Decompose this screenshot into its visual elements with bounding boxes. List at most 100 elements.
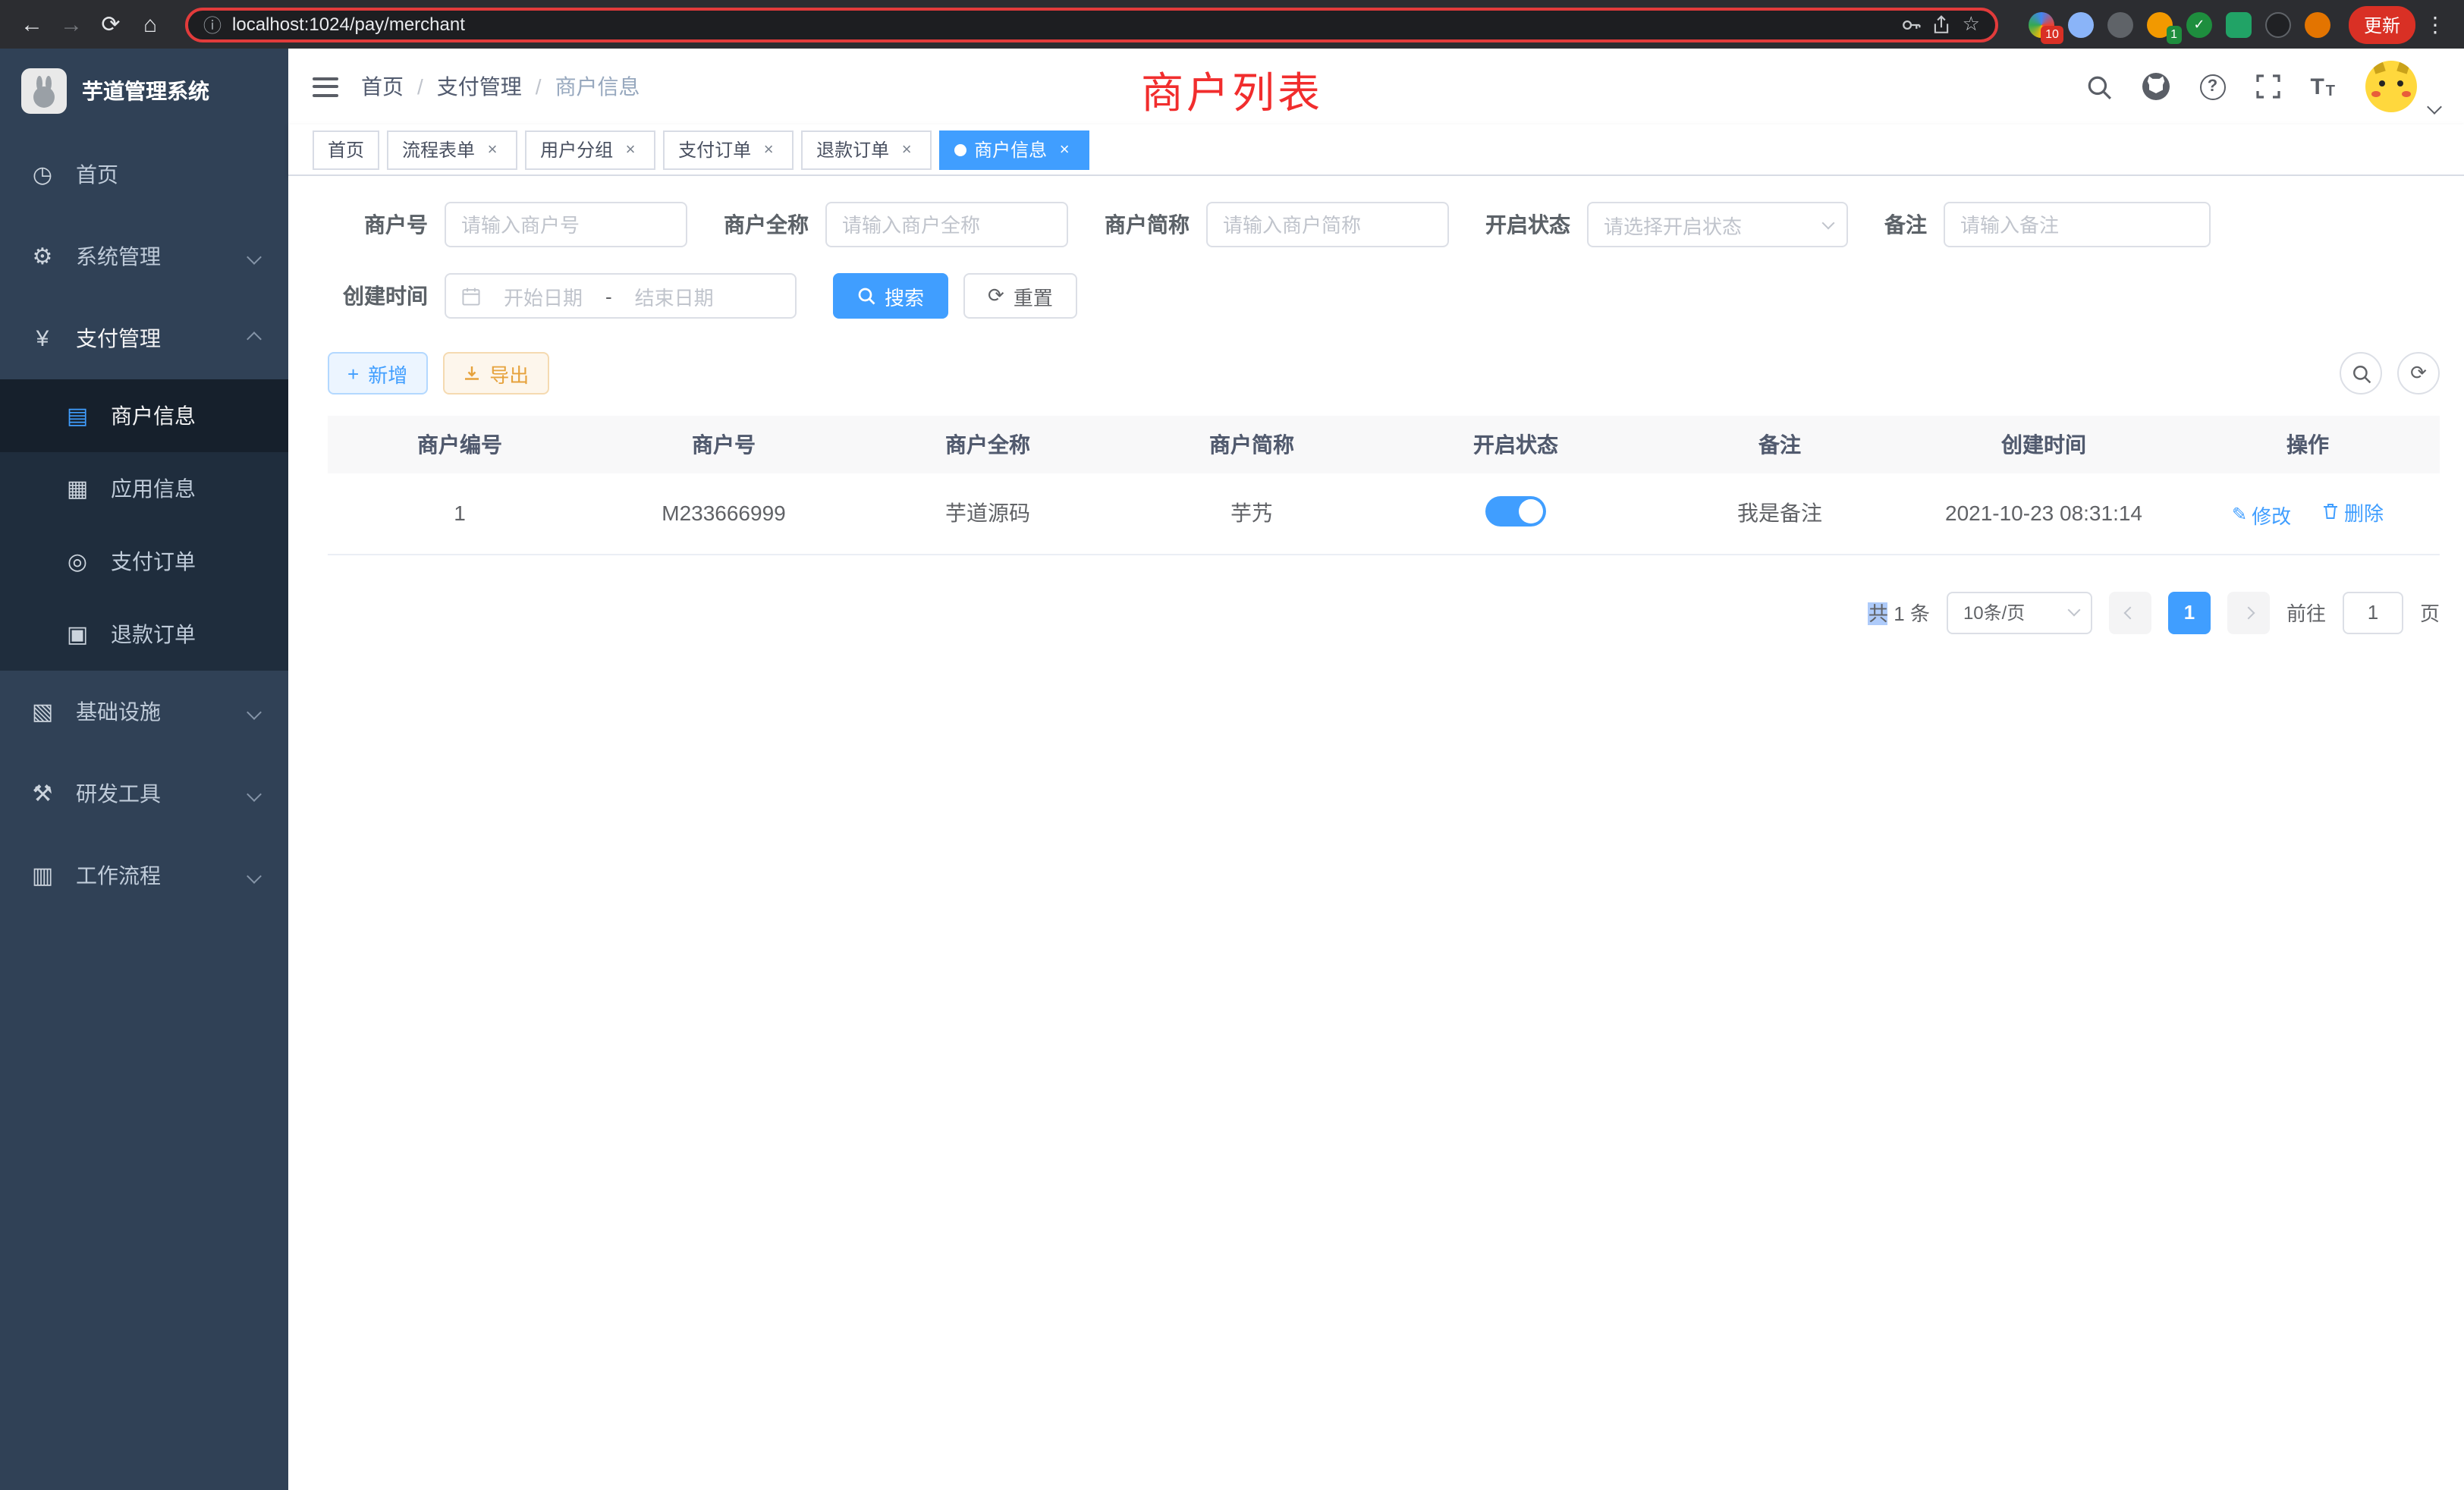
bookmark-star-icon[interactable]: ☆ <box>1963 12 1980 36</box>
page-size-value: 10条/页 <box>1963 599 2025 625</box>
app-logo[interactable]: 芋道管理系统 <box>0 49 288 134</box>
page-size-select[interactable]: 10条/页 <box>1947 591 2092 633</box>
col-merchant-short: 商户简称 <box>1120 416 1384 473</box>
add-button[interactable]: + 新增 <box>328 352 427 395</box>
breadcrumb-separator: / <box>536 74 542 99</box>
filter-create-time: 创建时间 开始日期 - 结束日期 <box>328 273 797 319</box>
share-icon[interactable] <box>1932 14 1952 34</box>
help-icon[interactable]: ? <box>2199 74 2225 99</box>
sidebar-item-infrastructure[interactable]: ▧ 基础设施 <box>0 671 288 753</box>
sidebar-item-home[interactable]: ◷ 首页 <box>0 134 288 215</box>
extension-orange-person-icon[interactable]: 1 <box>2147 11 2173 37</box>
sidebar-item-refund-order[interactable]: ▣ 退款订单 <box>0 598 288 671</box>
tab-home[interactable]: 首页 <box>313 130 379 169</box>
merchant-no-input[interactable] <box>445 202 687 247</box>
edit-link[interactable]: ✎ 修改 <box>2232 501 2291 530</box>
avatar-caret-icon[interactable] <box>2427 99 2442 115</box>
close-icon[interactable]: × <box>621 140 640 159</box>
close-icon[interactable]: × <box>759 140 778 159</box>
refresh-icon: ⟳ <box>2410 361 2427 385</box>
filter-merchant-short: 商户简称 <box>1105 202 1449 247</box>
extension-blue-drop-icon[interactable] <box>2068 11 2094 37</box>
prev-page-button[interactable] <box>2109 591 2151 633</box>
download-icon <box>462 364 480 382</box>
tab-flow-form[interactable]: 流程表单 × <box>387 130 517 169</box>
goto-page-input[interactable] <box>2343 591 2403 633</box>
password-key-icon[interactable] <box>1902 14 1922 34</box>
filter-merchant-no: 商户号 <box>328 202 687 247</box>
remark-input[interactable] <box>1944 202 2211 247</box>
font-size-icon[interactable]: TT <box>2310 74 2335 99</box>
hamburger-bar <box>313 93 338 96</box>
pay-order-icon: ◎ <box>64 548 91 575</box>
status-toggle[interactable] <box>1485 496 1546 527</box>
refresh-icon-button[interactable]: ⟳ <box>2397 352 2440 395</box>
extension-colorful-icon[interactable]: 10 <box>2029 11 2054 37</box>
col-merchant-id: 商户编号 <box>328 416 592 473</box>
sidebar-item-app-info[interactable]: ▦ 应用信息 <box>0 452 288 525</box>
browser-forward-icon[interactable]: → <box>55 8 88 41</box>
breadcrumb-payment[interactable]: 支付管理 <box>437 71 522 102</box>
url-text[interactable]: localhost:1024/pay/merchant <box>232 14 465 35</box>
extension-green-note-icon[interactable] <box>2226 11 2252 37</box>
delete-link[interactable]: 删除 <box>2321 498 2384 527</box>
site-info-icon[interactable]: ⓘ <box>203 11 222 37</box>
toggle-search-icon-button[interactable] <box>2340 352 2382 395</box>
sidebar-item-system[interactable]: ⚙ 系统管理 <box>0 215 288 297</box>
tab-user-group[interactable]: 用户分组 × <box>525 130 655 169</box>
merchant-short-input[interactable] <box>1206 202 1449 247</box>
table-toolbar: + 新增 导出 <box>328 352 2440 395</box>
browser-profile-avatar[interactable] <box>2305 11 2330 37</box>
filter-row-1: 商户号 商户全称 商户简称 开启状态 请选择开启状态 <box>328 202 2440 247</box>
extension-green-check-icon[interactable]: ✓ <box>2186 11 2212 37</box>
merchant-name-input[interactable] <box>825 202 1068 247</box>
logo-image <box>21 68 67 114</box>
close-icon[interactable]: × <box>482 140 502 159</box>
cell-status <box>1384 473 1648 554</box>
address-bar[interactable]: ⓘ localhost:1024/pay/merchant ☆ <box>185 7 1998 42</box>
merchant-table: 商户编号 商户号 商户全称 商户简称 开启状态 备注 创建时间 操作 1 <box>328 416 2440 555</box>
create-time-label: 创建时间 <box>328 281 428 311</box>
page-number-1[interactable]: 1 <box>2168 591 2211 633</box>
sidebar-item-devtools[interactable]: ⚒ 研发工具 <box>0 753 288 835</box>
sidebar-item-workflow[interactable]: ▥ 工作流程 <box>0 835 288 916</box>
browser-menu-icon[interactable]: ⋮ <box>2422 11 2449 37</box>
breadcrumb-home[interactable]: 首页 <box>361 71 404 102</box>
sidebar-item-payment[interactable]: ¥ 支付管理 <box>0 297 288 379</box>
browser-back-icon[interactable]: ← <box>15 8 49 41</box>
github-icon[interactable] <box>2142 73 2169 100</box>
chevron-down-icon <box>247 249 262 264</box>
fullscreen-icon[interactable] <box>2255 74 2280 99</box>
yen-icon: ¥ <box>29 325 56 351</box>
export-button[interactable]: 导出 <box>442 352 548 395</box>
dashboard-icon: ◷ <box>29 161 56 188</box>
navbar-actions: ? TT <box>2085 61 2440 112</box>
tab-pay-order[interactable]: 支付订单 × <box>663 130 794 169</box>
date-range-picker[interactable]: 开始日期 - 结束日期 <box>445 273 797 319</box>
search-icon[interactable] <box>2085 74 2111 99</box>
app-title: 芋道管理系统 <box>82 76 209 106</box>
extension-gray-icon[interactable] <box>2107 11 2133 37</box>
sidebar-item-pay-order[interactable]: ◎ 支付订单 <box>0 525 288 598</box>
merchant-card-icon: ▤ <box>64 402 91 429</box>
tab-merchant-info[interactable]: 商户信息 × <box>939 130 1089 169</box>
user-avatar[interactable] <box>2365 61 2417 112</box>
close-icon[interactable]: × <box>1054 140 1074 159</box>
next-page-button[interactable] <box>2227 591 2270 633</box>
tab-refund-order[interactable]: 退款订单 × <box>801 130 932 169</box>
hamburger-icon[interactable] <box>313 77 338 96</box>
refresh-icon: ⟳ <box>988 284 1004 308</box>
browser-home-icon[interactable]: ⌂ <box>134 8 167 41</box>
extension-dark-pin-icon[interactable] <box>2265 11 2291 37</box>
merchant-short-label: 商户简称 <box>1105 209 1190 240</box>
close-icon[interactable]: × <box>897 140 916 159</box>
search-button[interactable]: 搜索 <box>833 273 948 319</box>
reset-button[interactable]: ⟳ 重置 <box>963 273 1077 319</box>
browser-update-button[interactable]: 更新 <box>2349 5 2415 43</box>
browser-reload-icon[interactable]: ⟳ <box>94 8 127 41</box>
status-select[interactable]: 请选择开启状态 <box>1587 202 1848 247</box>
table-row: 1 M233666999 芋道源码 芋艿 我是备注 2021-10-23 08:… <box>328 473 2440 554</box>
gear-icon: ⚙ <box>29 243 56 270</box>
page-content: 商户号 商户全称 商户简称 开启状态 请选择开启状态 <box>288 176 2464 1490</box>
sidebar-item-merchant-info[interactable]: ▤ 商户信息 <box>0 379 288 452</box>
